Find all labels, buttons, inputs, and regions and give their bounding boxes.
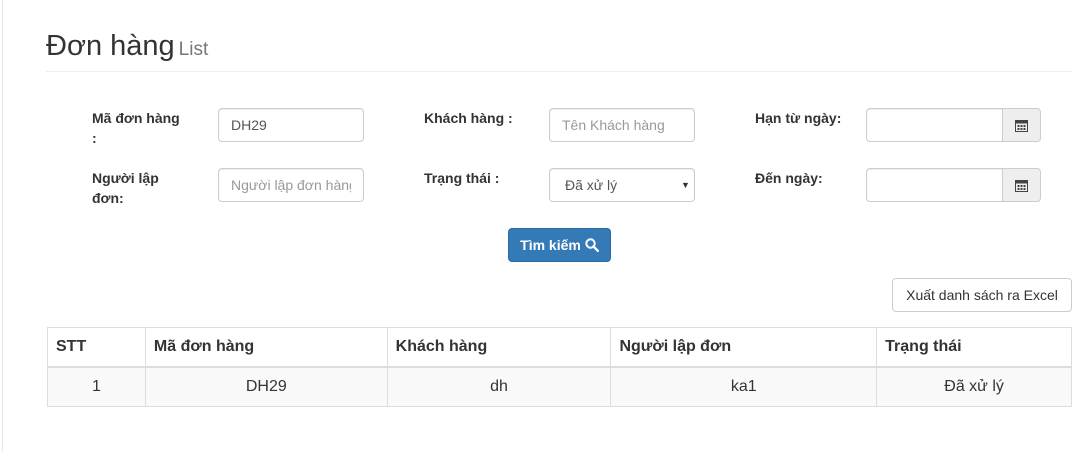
to-date-calendar-button[interactable] xyxy=(1002,168,1041,202)
from-date-label: Hạn từ ngày: xyxy=(755,110,842,126)
calendar-icon xyxy=(1015,179,1028,192)
search-button-label: Tìm kiếm xyxy=(520,237,581,253)
creator-label-line1: Người lập xyxy=(92,170,159,186)
column-header-creator: Người lập đơn xyxy=(610,327,878,368)
creator-label: Người lập đơn: xyxy=(92,168,202,208)
column-header-stt: STT xyxy=(47,327,146,368)
table-header-row: STT Mã đơn hàng Khách hàng Người lập đơn… xyxy=(47,327,1072,368)
order-code-input[interactable] xyxy=(218,108,364,142)
search-button[interactable]: Tìm kiếm xyxy=(508,228,611,262)
cell-customer: dh xyxy=(386,366,612,407)
order-code-label-line2: : xyxy=(92,130,97,146)
table-row[interactable]: 1 DH29 dh ka1 Đã xử lý xyxy=(47,366,1072,407)
column-header-status: Trạng thái xyxy=(876,327,1072,368)
page-header: Đơn hàng List xyxy=(46,28,1072,72)
customer-input[interactable] xyxy=(549,108,695,142)
cell-stt: 1 xyxy=(47,366,146,407)
cell-creator: ka1 xyxy=(610,366,878,407)
cell-order-code: DH29 xyxy=(144,366,388,407)
to-date-picker xyxy=(866,168,1041,202)
export-excel-button[interactable]: Xuất danh sách ra Excel xyxy=(892,278,1072,312)
calendar-icon xyxy=(1015,119,1028,132)
from-date-input[interactable] xyxy=(866,108,1003,142)
from-date-calendar-button[interactable] xyxy=(1002,108,1041,142)
orders-table: STT Mã đơn hàng Khách hàng Người lập đơn… xyxy=(47,327,1072,407)
status-label: Trạng thái : xyxy=(424,170,500,186)
customer-label: Khách hàng : xyxy=(424,110,513,126)
page-title-text: Đơn hàng xyxy=(46,30,175,62)
column-header-customer: Khách hàng xyxy=(386,327,612,368)
to-date-label: Đến ngày: xyxy=(755,170,823,186)
column-header-order-code: Mã đơn hàng xyxy=(144,327,388,368)
order-code-label-line1: Mã đơn hàng xyxy=(92,110,180,126)
order-code-label: Mã đơn hàng : xyxy=(92,108,202,148)
creator-input[interactable] xyxy=(218,168,364,202)
page-left-border xyxy=(2,0,3,452)
status-select[interactable]: Đã xử lý xyxy=(549,168,695,202)
to-date-input[interactable] xyxy=(866,168,1003,202)
search-icon xyxy=(585,238,599,252)
page-subtitle: List xyxy=(178,39,209,60)
cell-status: Đã xử lý xyxy=(876,366,1072,407)
page-title: Đơn hàng List xyxy=(46,28,1072,68)
from-date-picker xyxy=(866,108,1041,142)
creator-label-line2: đơn: xyxy=(92,190,124,206)
